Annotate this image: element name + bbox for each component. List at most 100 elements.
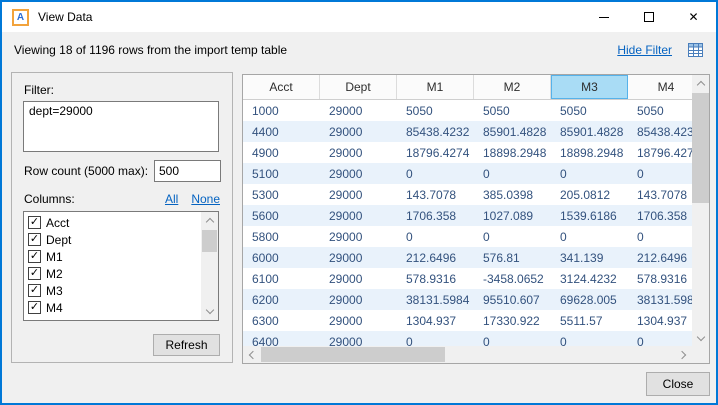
table-cell: 3124.4232 (551, 272, 628, 286)
close-window-button[interactable]: ✕ (671, 2, 716, 32)
table-cell: 0 (397, 230, 474, 244)
column-checkbox-item-m2[interactable]: ✓M2 (24, 265, 201, 282)
table-cell: 0 (474, 335, 551, 347)
table-row[interactable]: 44002900085438.423285901.482885901.48288… (243, 121, 692, 142)
table-cell: 205.0812 (551, 188, 628, 202)
table-cell: 1304.937 (397, 314, 474, 328)
select-all-link[interactable]: All (165, 192, 178, 206)
scroll-right-button[interactable] (675, 346, 692, 363)
table-row[interactable]: 5600290001706.3581027.0891539.61861706.3… (243, 205, 692, 226)
maximize-button[interactable] (626, 2, 671, 32)
status-bar: Viewing 18 of 1196 rows from the import … (2, 32, 716, 68)
checkbox-icon[interactable]: ✓ (28, 233, 41, 246)
table-cell: 29000 (320, 167, 397, 181)
table-cell: 1706.358 (628, 209, 692, 223)
status-text: Viewing 18 of 1196 rows from the import … (14, 43, 287, 57)
scroll-up-button[interactable] (692, 75, 709, 92)
column-header-m4[interactable]: M4 (628, 75, 692, 99)
chevron-down-icon (205, 306, 213, 314)
data-grid-content: AcctDeptM1M2M3M4 10002900050505050505050… (243, 75, 692, 363)
checkbox-label: Acct (46, 216, 69, 230)
table-cell: 29000 (320, 209, 397, 223)
column-checkbox-item-m3[interactable]: ✓M3 (24, 282, 201, 299)
column-header-m3[interactable]: M3 (551, 75, 628, 99)
refresh-button[interactable]: Refresh (153, 334, 220, 356)
checkbox-icon[interactable]: ✓ (28, 250, 41, 263)
column-checkbox-item-dept[interactable]: ✓Dept (24, 231, 201, 248)
maximize-icon (644, 12, 654, 22)
table-cell: 578.9316 (397, 272, 474, 286)
minimize-button[interactable] (581, 2, 626, 32)
table-row[interactable]: 530029000143.7078385.0398205.0812143.707… (243, 184, 692, 205)
vertical-scrollbar-thumb[interactable] (692, 93, 709, 203)
listbox-scroll-up-button[interactable] (201, 212, 218, 229)
listbox-scrollbar[interactable] (201, 212, 218, 320)
filter-input[interactable]: dept=29000 (23, 101, 219, 152)
table-cell: 29000 (320, 251, 397, 265)
scroll-left-button[interactable] (243, 346, 260, 363)
scroll-down-button[interactable] (692, 330, 709, 347)
table-cell: 5600 (243, 209, 320, 223)
table-cell: 341.139 (551, 251, 628, 265)
table-cell: 29000 (320, 272, 397, 286)
checkbox-icon[interactable]: ✓ (28, 301, 41, 314)
column-header-dept[interactable]: Dept (320, 75, 397, 99)
column-checkbox-item-m4[interactable]: ✓ M4 (24, 299, 201, 316)
select-none-link[interactable]: None (191, 192, 220, 206)
horizontal-scrollbar[interactable] (243, 346, 692, 363)
data-grid-body: 100029000505050505050505044002900085438.… (243, 100, 692, 346)
table-row[interactable]: 5800290000000 (243, 226, 692, 247)
listbox-scrollbar-thumb[interactable] (202, 230, 217, 252)
table-cell: 0 (397, 167, 474, 181)
table-cell: 212.6496 (397, 251, 474, 265)
table-cell: 0 (628, 230, 692, 244)
table-cell: 29000 (320, 314, 397, 328)
column-header-m2[interactable]: M2 (474, 75, 551, 99)
table-row[interactable]: 1000290005050505050505050 (243, 100, 692, 121)
close-button[interactable]: Close (646, 372, 710, 396)
listbox-scroll-down-button[interactable] (201, 303, 218, 320)
checkbox-icon[interactable]: ✓ (28, 284, 41, 297)
grid-icon[interactable] (687, 42, 704, 58)
table-row[interactable]: 62002900038131.598495510.60769628.005381… (243, 289, 692, 310)
table-cell: 29000 (320, 125, 397, 139)
column-checkbox-item-m1[interactable]: ✓ M1 (24, 248, 201, 265)
checkbox-label: M1 (46, 250, 63, 264)
columns-row: Columns: All None (24, 192, 220, 206)
checkbox-label: M4 (46, 301, 63, 315)
table-cell: 1706.358 (397, 209, 474, 223)
table-cell: 5511.57 (551, 314, 628, 328)
table-row[interactable]: 6300290001304.93717330.9225511.571304.93… (243, 310, 692, 331)
table-cell: 18898.2948 (474, 146, 551, 160)
horizontal-scrollbar-thumb[interactable] (261, 347, 445, 362)
table-cell: 38131.5984 (397, 293, 474, 307)
table-cell: 17330.922 (474, 314, 551, 328)
table-cell: 85438.4232 (628, 125, 692, 139)
table-cell: 6000 (243, 251, 320, 265)
table-cell: 5050 (474, 104, 551, 118)
table-cell: 4900 (243, 146, 320, 160)
row-count-input[interactable] (154, 160, 221, 182)
table-row[interactable]: 5100290000000 (243, 163, 692, 184)
column-header-acct[interactable]: Acct (243, 75, 320, 99)
table-cell: 29000 (320, 293, 397, 307)
table-cell: 1027.089 (474, 209, 551, 223)
checkbox-icon[interactable]: ✓ (28, 216, 41, 229)
table-cell: 0 (397, 335, 474, 347)
column-checkbox-item-acct[interactable]: ✓ Acct (24, 214, 201, 231)
table-row[interactable]: 49002900018796.427418898.294818898.29481… (243, 142, 692, 163)
chevron-right-icon (678, 350, 686, 358)
table-cell: 6200 (243, 293, 320, 307)
scrollbar-corner (692, 347, 709, 363)
table-cell: 29000 (320, 146, 397, 160)
vertical-scrollbar[interactable] (692, 75, 709, 363)
hide-filter-link[interactable]: Hide Filter (617, 43, 672, 57)
minimize-icon (599, 17, 609, 18)
table-row[interactable]: 610029000578.9316-3458.06523124.4232578.… (243, 268, 692, 289)
table-cell: 85901.4828 (551, 125, 628, 139)
table-row[interactable]: 600029000212.6496576.81341.139212.6496 (243, 247, 692, 268)
table-cell: 1304.937 (628, 314, 692, 328)
column-header-m1[interactable]: M1 (397, 75, 474, 99)
table-row[interactable]: 6400290000000 (243, 331, 692, 346)
checkbox-icon[interactable]: ✓ (28, 267, 41, 280)
